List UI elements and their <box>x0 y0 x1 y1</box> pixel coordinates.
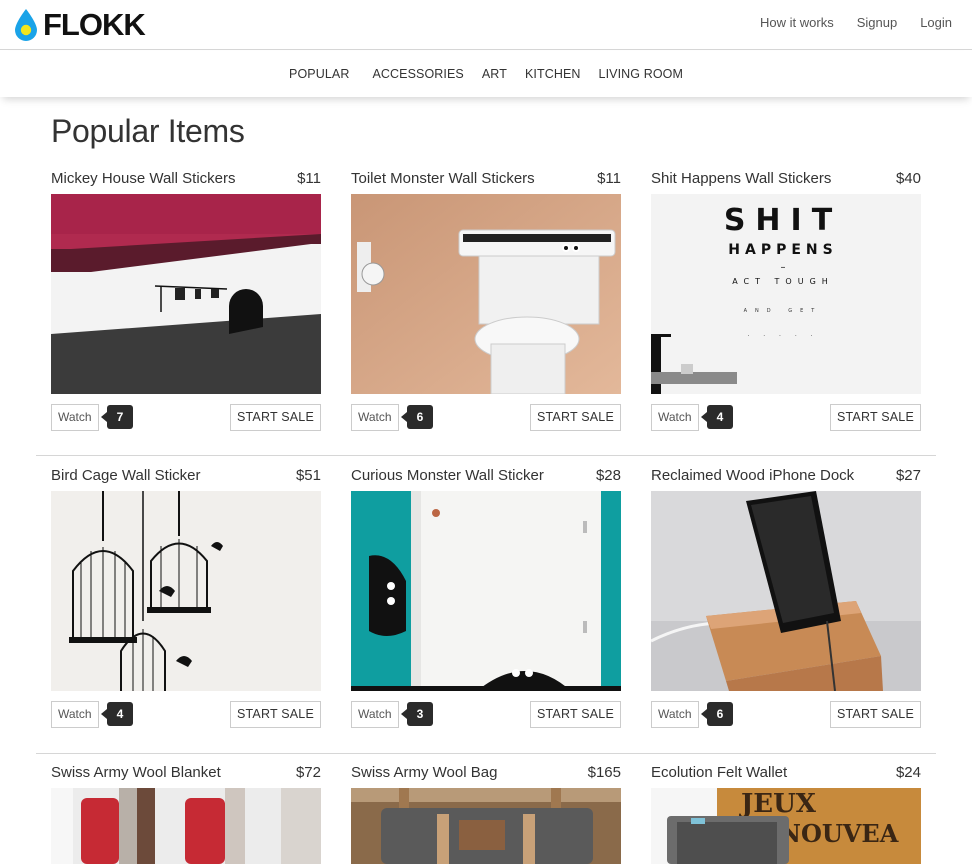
brand-name: FLOKK <box>43 7 146 42</box>
watch-button[interactable]: Watch <box>51 404 99 431</box>
product-price: $72 <box>295 764 321 781</box>
crate-text-1: JEUX <box>739 789 817 819</box>
watch-count-badge: 4 <box>701 405 733 429</box>
product-card: Swiss Army Wool Bag $165 <box>351 764 621 864</box>
signup-link[interactable]: Signup <box>857 15 897 30</box>
account-links: How it works Signup Login <box>760 15 952 30</box>
product-card: Ecolution Felt Wallet $24 JEUX NOUVEA <box>651 764 921 864</box>
product-image[interactable] <box>651 491 921 691</box>
watch-button[interactable]: Watch <box>351 404 399 431</box>
page-title: Popular Items <box>51 113 245 149</box>
how-it-works-link[interactable]: How it works <box>760 15 834 30</box>
poster-line-3: – <box>781 262 786 273</box>
product-card: Shit Happens Wall Stickers $40 SHIT HAPP… <box>651 170 921 432</box>
product-card: Toilet Monster Wall Stickers $11 Watch 6… <box>351 170 621 432</box>
watch-button[interactable]: Watch <box>651 701 699 728</box>
category-nav: POPULAR ACCESSORIES ART KITCHEN LIVING R… <box>0 51 972 97</box>
product-image[interactable] <box>351 491 621 691</box>
product-image[interactable] <box>51 194 321 394</box>
product-image[interactable] <box>51 491 321 691</box>
poster-line-4: ACT TOUGH <box>732 277 834 286</box>
watch-count-badge: 7 <box>101 405 133 429</box>
product-name[interactable]: Toilet Monster Wall Stickers <box>351 170 535 187</box>
product-price: $51 <box>295 467 321 484</box>
row-divider <box>36 753 936 754</box>
product-name[interactable]: Curious Monster Wall Sticker <box>351 467 544 484</box>
product-price: $40 <box>895 170 921 187</box>
product-name[interactable]: Ecolution Felt Wallet <box>651 764 787 781</box>
product-image[interactable] <box>351 788 621 864</box>
product-name[interactable]: Mickey House Wall Stickers <box>51 170 235 187</box>
product-price: $24 <box>895 764 921 781</box>
watch-count-badge: 3 <box>401 702 433 726</box>
product-card: Swiss Army Wool Blanket $72 <box>51 764 321 864</box>
crate-text-2: NOUVEA <box>779 819 899 848</box>
watch-count-badge: 4 <box>101 702 133 726</box>
product-image[interactable]: JEUX NOUVEA <box>651 788 921 864</box>
product-name[interactable]: Reclaimed Wood iPhone Dock <box>651 467 854 484</box>
drop-logo-icon <box>15 9 37 41</box>
product-card: Curious Monster Wall Sticker $28 Watch 3… <box>351 467 621 729</box>
category-accessories[interactable]: ACCESSORIES <box>372 67 463 81</box>
product-name[interactable]: Swiss Army Wool Bag <box>351 764 497 781</box>
product-name[interactable]: Swiss Army Wool Blanket <box>51 764 221 781</box>
start-sale-button[interactable]: START SALE <box>829 701 921 728</box>
start-sale-button[interactable]: START SALE <box>829 404 921 431</box>
product-price: $165 <box>587 764 621 781</box>
watch-count-badge: 6 <box>701 702 733 726</box>
category-living-room[interactable]: LIVING ROOM <box>599 67 683 81</box>
category-kitchen[interactable]: KITCHEN <box>525 67 581 81</box>
start-sale-button[interactable]: START SALE <box>529 404 621 431</box>
product-name[interactable]: Bird Cage Wall Sticker <box>51 467 201 484</box>
poster-line-5: AND GET <box>744 308 823 314</box>
product-price: $11 <box>297 170 321 187</box>
poster-line-1: SHIT <box>724 203 842 238</box>
start-sale-button[interactable]: START SALE <box>229 701 321 728</box>
start-sale-button[interactable]: START SALE <box>229 404 321 431</box>
category-popular[interactable]: POPULAR <box>289 67 349 81</box>
poster-line-6: . . . . . <box>747 331 818 338</box>
product-name[interactable]: Shit Happens Wall Stickers <box>651 170 831 187</box>
login-link[interactable]: Login <box>920 15 952 30</box>
watch-button[interactable]: Watch <box>651 404 699 431</box>
start-sale-button[interactable]: START SALE <box>529 701 621 728</box>
product-card: Mickey House Wall Stickers $11 Watch 7 S… <box>51 170 321 432</box>
product-price: $11 <box>597 170 621 187</box>
product-price: $27 <box>895 467 921 484</box>
product-card: Bird Cage Wall Sticker $51 Watch 4 START… <box>51 467 321 729</box>
watch-count-badge: 6 <box>401 405 433 429</box>
poster-line-2: HAPPENS <box>728 242 837 258</box>
category-art[interactable]: ART <box>482 67 507 81</box>
top-bar: FLOKK How it works Signup Login <box>0 0 972 50</box>
product-price: $28 <box>595 467 621 484</box>
product-image[interactable] <box>351 194 621 394</box>
product-image[interactable]: SHIT HAPPENS – ACT TOUGH AND GET . . . .… <box>651 194 921 394</box>
watch-button[interactable]: Watch <box>351 701 399 728</box>
logo[interactable]: FLOKK <box>14 7 146 42</box>
product-image[interactable] <box>51 788 321 864</box>
row-divider <box>36 455 936 456</box>
product-card: Reclaimed Wood iPhone Dock $27 Watch 6 S… <box>651 467 921 729</box>
watch-button[interactable]: Watch <box>51 701 99 728</box>
